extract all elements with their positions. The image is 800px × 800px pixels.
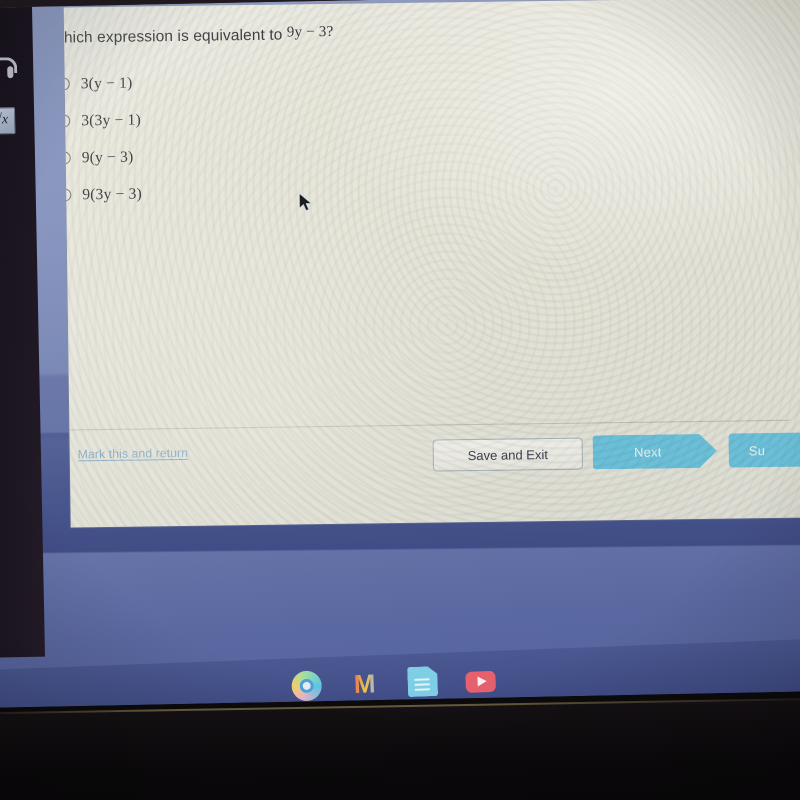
answer-option-b[interactable]: 3(3y − 1) [63,101,141,139]
chrome-icon[interactable] [291,670,323,702]
screenshot-stage: √ x Which expression is equivalent to 9y … [0,0,800,800]
answer-options-list: 3(y − 1) 3(3y − 1) 9(y − 3) 9(3y − 3) [63,64,142,213]
radio-button-b[interactable] [63,114,71,128]
mouse-cursor [298,192,314,214]
question-expression: 9y − 3? [286,23,334,41]
answer-option-a-label: 3(y − 1) [80,74,133,92]
arrow-pointer-icon [298,192,313,212]
headphones-icon[interactable] [0,53,18,84]
quiz-content-card: Which expression is equivalent to 9y − 3… [63,0,800,528]
google-docs-icon[interactable] [407,666,438,697]
save-and-exit-label: Save and Exit [467,446,548,463]
quiz-card-inner: Which expression is equivalent to 9y − 3… [63,0,800,528]
answer-option-b-label: 3(3y − 1) [81,110,141,129]
laptop-bottom-bezel [0,697,800,800]
gmail-icon[interactable]: M [349,668,380,699]
question-prefix: Which expression is equivalent to [63,26,287,47]
answer-option-c[interactable]: 9(y − 3) [63,138,142,176]
next-label: Next [633,444,662,460]
calculator-tile: √ x [0,106,16,135]
headphones-cup-right [7,66,14,79]
mark-this-and-return-link[interactable]: Mark this and return [78,446,189,461]
answer-option-c-label: 9(y − 3) [81,148,134,166]
square-root-calculator-icon[interactable]: √ x [0,105,17,136]
answer-option-d[interactable]: 9(3y − 3) [63,175,142,213]
youtube-icon[interactable] [465,670,497,693]
submit-label: Su [748,442,766,458]
question-text: Which expression is equivalent to 9y − 3… [64,22,609,48]
answer-option-a[interactable]: 3(y − 1) [63,64,141,102]
radio-button-a[interactable] [63,77,70,91]
question-suffix: ? [326,23,334,40]
laptop-screen: √ x Which expression is equivalent to 9y … [0,0,800,708]
headphones-glyph [0,57,18,80]
footer-divider [69,419,790,431]
next-button[interactable]: Next [593,434,717,470]
answer-option-d-label: 9(3y − 3) [82,184,142,203]
submit-button[interactable]: Su [728,431,800,468]
save-and-exit-button[interactable]: Save and Exit [432,437,583,472]
